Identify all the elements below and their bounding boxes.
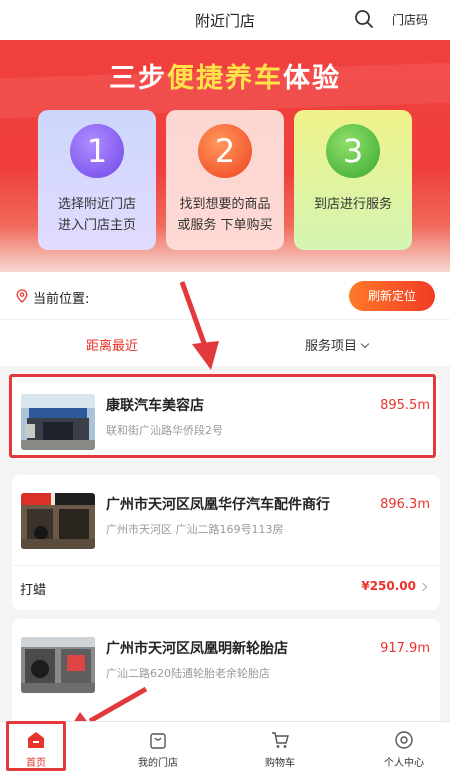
refresh-location-button[interactable]: 刷新定位	[349, 281, 435, 311]
promo-banner: 三步便捷养车体验 1 选择附近门店 进入门店主页 2 找到想要的商品 或服务 下…	[0, 40, 450, 272]
sort-nearest-tab[interactable]: 距离最近	[86, 335, 138, 354]
step-number-3: 3	[326, 124, 380, 178]
step-text-1: 选择附近门店 进入门店主页	[57, 197, 136, 233]
service-name: 打蜡	[20, 583, 47, 598]
home-highlight-box	[6, 721, 66, 771]
store-name: 广州市天河区凤凰华仔汽车配件商行	[106, 497, 330, 513]
location-bar: 当前位置: 刷新定位	[0, 272, 450, 320]
banner-headline: 三步便捷养车体验	[109, 63, 341, 94]
store-code-button[interactable]: 门店码	[392, 11, 428, 28]
tab-my-store[interactable]: 我的门店	[102, 722, 214, 772]
store-thumbnail	[21, 637, 95, 693]
step-number-2: 2	[198, 124, 252, 178]
step-number-1: 1	[70, 124, 124, 178]
step-card-1: 1 选择附近门店 进入门店主页	[38, 110, 156, 250]
store-card[interactable]: 康联汽车美容店 联和街广汕路华侨段2号 895.5m	[9, 374, 440, 458]
cart-icon	[272, 732, 289, 748]
store-address: 广州市天河区 广汕二路169号113房	[106, 523, 284, 536]
chevron-right-icon	[418, 582, 428, 592]
tab-cart[interactable]: 购物车	[224, 722, 336, 772]
store-name: 广州市天河区凤凰明新轮胎店	[106, 641, 288, 657]
tab-label: 购物车	[265, 758, 295, 769]
store-distance: 896.3m	[380, 497, 430, 512]
current-location-label: 当前位置:	[33, 292, 90, 307]
service-price: ¥250.00	[361, 579, 416, 593]
tab-label: 个人中心	[384, 758, 424, 769]
page-title: 附近门店	[194, 12, 255, 30]
store-distance: 917.9m	[380, 641, 430, 656]
tab-profile[interactable]: 个人中心	[348, 722, 450, 772]
location-pin-icon	[16, 289, 28, 303]
store-bag-icon	[150, 733, 166, 749]
sort-bar: 距离最近 服务项目	[0, 320, 450, 366]
step-card-2: 2 找到想要的商品 或服务 下单购买	[166, 110, 284, 250]
store-thumbnail	[21, 493, 95, 549]
search-icon[interactable]	[354, 9, 374, 29]
highlight-box	[9, 374, 436, 458]
top-header: 附近门店 门店码	[0, 0, 450, 40]
store-address: 广汕二路620陆通轮胎老余轮胎店	[106, 667, 270, 680]
store-card[interactable]: 广州市天河区凤凰华仔汽车配件商行 广州市天河区 广汕二路169号113房 896…	[12, 475, 440, 610]
step-text-3: 到店进行服务	[313, 197, 392, 212]
bottom-tab-bar: 首页 我的门店 购物车 个人中心	[0, 721, 450, 772]
step-text-2: 找到想要的商品 或服务 下单购买	[177, 197, 273, 233]
divider	[12, 565, 440, 566]
tab-label: 我的门店	[138, 758, 178, 769]
user-icon	[395, 731, 413, 749]
step-card-3: 3 到店进行服务	[294, 110, 412, 250]
chevron-down-icon	[360, 339, 370, 349]
service-filter-dropdown[interactable]: 服务项目	[305, 335, 370, 354]
